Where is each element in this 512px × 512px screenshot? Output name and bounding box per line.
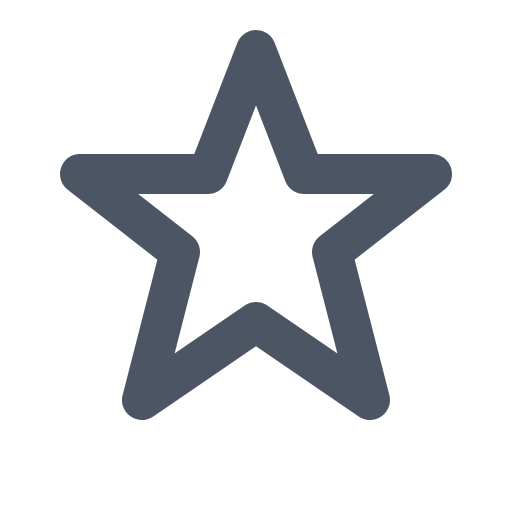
star-outline-shape <box>60 30 452 420</box>
star-outline-icon <box>60 30 452 420</box>
star-icon-canvas <box>0 0 512 512</box>
